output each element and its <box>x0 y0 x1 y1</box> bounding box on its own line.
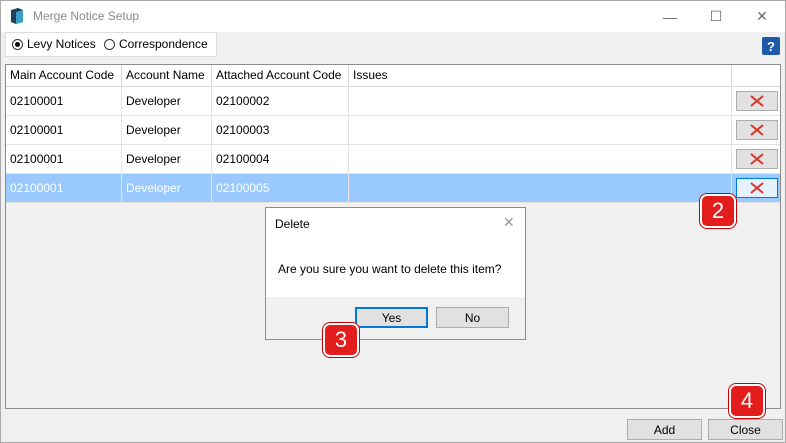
radio-levy-notices[interactable]: Levy Notices <box>12 37 96 51</box>
delete-row-button[interactable] <box>736 120 778 140</box>
radio-unselected-icon <box>104 38 115 50</box>
grid-header: Main Account Code Account Name Attached … <box>6 65 780 87</box>
main-account-code: 02100001 <box>6 116 122 144</box>
close-button[interactable]: Close <box>708 419 783 440</box>
minimize-icon: — <box>663 8 677 25</box>
title-bar: Merge Notice Setup — ☐ ✕ <box>1 1 785 32</box>
column-header[interactable]: Issues <box>349 65 732 86</box>
main-account-code: 02100001 <box>6 145 122 173</box>
attached-account-code: 02100002 <box>212 87 349 115</box>
table-row[interactable]: 02100001 Developer 02100002 <box>6 87 780 116</box>
account-name: Developer <box>122 145 212 173</box>
help-icon[interactable]: ? <box>762 37 780 55</box>
delete-x-icon <box>750 124 764 136</box>
delete-confirm-dialog: Delete ✕ Are you sure you want to delete… <box>265 207 526 340</box>
delete-x-icon <box>750 95 764 107</box>
column-header[interactable]: Main Account Code <box>6 65 122 86</box>
minimize-button[interactable]: — <box>647 1 693 32</box>
step-badge: 2 <box>700 194 736 228</box>
radio-correspondence[interactable]: Correspondence <box>104 37 208 51</box>
account-name: Developer <box>122 174 212 202</box>
issues <box>349 174 732 202</box>
delete-x-icon <box>750 182 764 194</box>
dialog-message: Are you sure you want to delete this ite… <box>278 262 502 276</box>
attached-account-code: 02100003 <box>212 116 349 144</box>
radio-label: Correspondence <box>119 37 208 51</box>
account-name: Developer <box>122 87 212 115</box>
delete-x-icon <box>750 153 764 165</box>
table-row-selected[interactable]: 02100001 Developer 02100005 <box>6 174 780 203</box>
table-row[interactable]: 02100001 Developer 02100004 <box>6 145 780 174</box>
issues <box>349 145 732 173</box>
notice-type-group: Levy Notices Correspondence <box>5 32 217 57</box>
database-icon <box>10 8 24 24</box>
issues <box>349 87 732 115</box>
column-header[interactable]: Account Name <box>122 65 212 86</box>
attached-account-code: 02100004 <box>212 145 349 173</box>
delete-row-button[interactable] <box>736 91 778 111</box>
delete-row-button[interactable] <box>736 178 778 198</box>
column-header[interactable]: Attached Account Code <box>212 65 349 86</box>
issues <box>349 116 732 144</box>
radio-selected-icon <box>12 38 23 50</box>
account-name: Developer <box>122 116 212 144</box>
step-badge: 4 <box>729 384 765 418</box>
window-title: Merge Notice Setup <box>33 9 140 23</box>
yes-button[interactable]: Yes <box>355 307 428 328</box>
delete-row-button[interactable] <box>736 149 778 169</box>
dialog-body: Delete ✕ Are you sure you want to delete… <box>266 208 525 297</box>
main-account-code: 02100001 <box>6 87 122 115</box>
dialog-title: Delete <box>275 217 310 231</box>
close-icon: ✕ <box>756 8 768 24</box>
maximize-icon: ☐ <box>709 8 723 24</box>
table-row[interactable]: 02100001 Developer 02100003 <box>6 116 780 145</box>
no-button[interactable]: No <box>436 307 509 328</box>
radio-label: Levy Notices <box>27 37 96 51</box>
step-badge: 3 <box>323 323 359 357</box>
dialog-close-icon[interactable]: ✕ <box>503 214 515 231</box>
add-button[interactable]: Add <box>627 419 702 440</box>
maximize-button[interactable]: ☐ <box>693 1 739 32</box>
window-close-button[interactable]: ✕ <box>739 1 785 32</box>
column-header-actions <box>732 65 780 86</box>
attached-account-code: 02100005 <box>212 174 349 202</box>
main-account-code: 02100001 <box>6 174 122 202</box>
